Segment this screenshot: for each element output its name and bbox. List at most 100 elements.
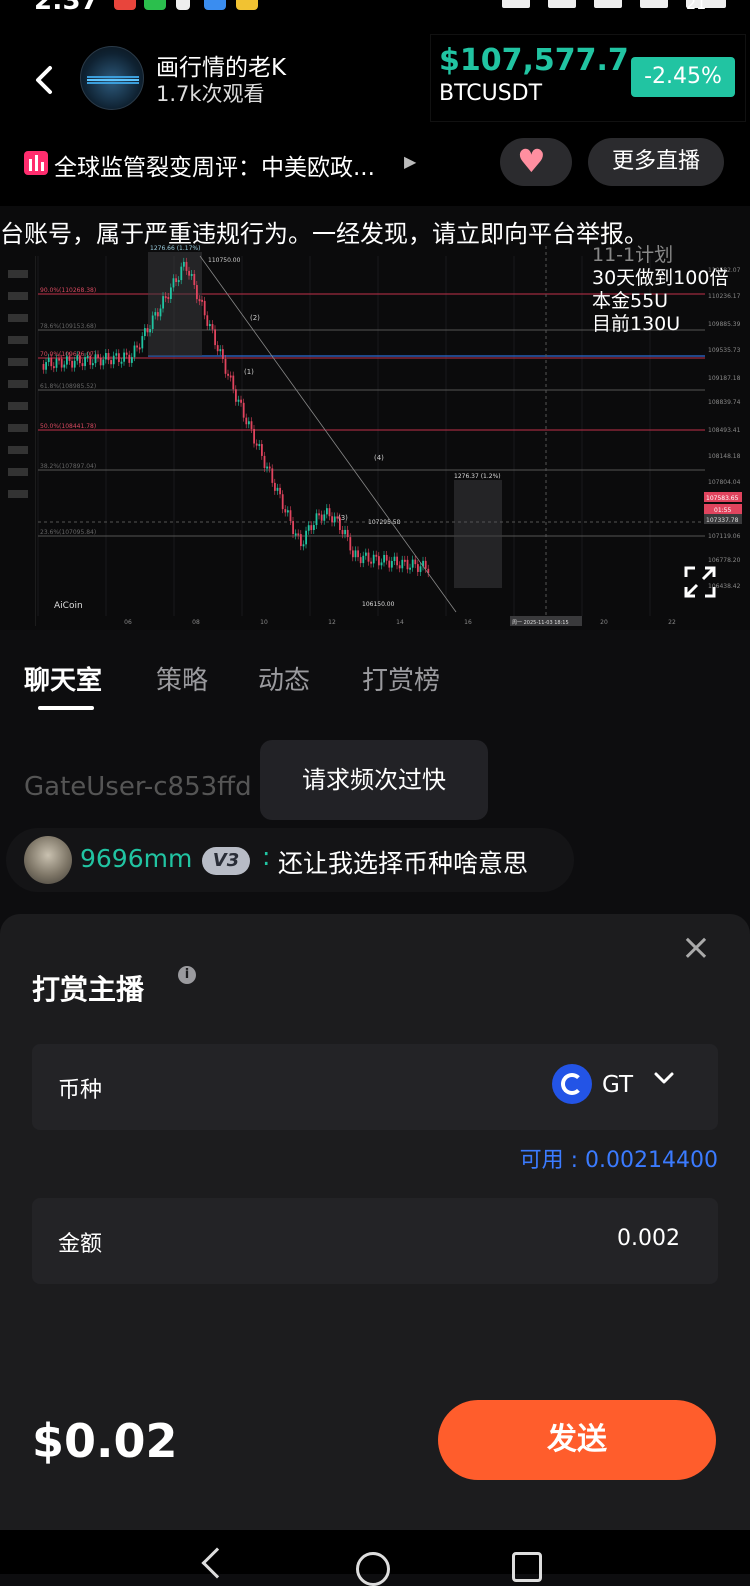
chart-tool-sidebar bbox=[0, 256, 36, 626]
candle bbox=[193, 273, 196, 286]
candle bbox=[125, 352, 128, 355]
send-button[interactable]: 发送 bbox=[438, 1400, 716, 1480]
candle bbox=[380, 562, 383, 566]
candle bbox=[206, 315, 209, 326]
candle bbox=[359, 557, 362, 564]
tab-chatroom[interactable]: 聊天室 bbox=[24, 660, 102, 697]
available-balance: 可用 : 0.00214400 bbox=[519, 1148, 718, 1173]
candle bbox=[214, 329, 216, 346]
candle bbox=[300, 534, 302, 547]
measure-box bbox=[148, 252, 202, 356]
candle bbox=[198, 299, 201, 302]
warning-marquee: 台账号，属于严重违规行为。一经发现，请立即向平台举报。 bbox=[0, 220, 648, 248]
live-bars-icon bbox=[24, 151, 48, 175]
candle bbox=[66, 356, 68, 365]
ticker-price: $107,577.7 bbox=[439, 43, 629, 78]
candle bbox=[92, 363, 94, 366]
message-username[interactable]: 9696mm bbox=[80, 844, 192, 873]
like-button[interactable]: ♥ bbox=[500, 138, 572, 186]
play-icon[interactable]: ▶ bbox=[404, 152, 416, 171]
chevron-down-icon[interactable] bbox=[652, 1066, 676, 1090]
candle bbox=[385, 554, 388, 561]
tab-feed[interactable]: 动态 bbox=[258, 660, 310, 697]
coin-value: GT bbox=[602, 1072, 634, 1098]
candle bbox=[141, 336, 144, 349]
plan-line: 30天做到100倍 bbox=[592, 267, 729, 289]
candle bbox=[279, 487, 281, 495]
price-ticker[interactable]: $107,577.7 BTCUSDT -2.45% bbox=[430, 34, 746, 122]
candle bbox=[302, 544, 305, 547]
nav-recent-icon[interactable] bbox=[512, 1552, 542, 1582]
candle bbox=[227, 373, 229, 376]
candle bbox=[149, 329, 151, 333]
candle bbox=[188, 270, 190, 276]
candle bbox=[99, 357, 102, 366]
close-icon[interactable]: × bbox=[680, 930, 712, 966]
candle bbox=[313, 525, 315, 531]
candle bbox=[401, 559, 404, 569]
candle bbox=[388, 560, 391, 568]
candle bbox=[263, 455, 266, 468]
host-view-count: 1.7k次观看 bbox=[156, 82, 265, 106]
coin-selector[interactable]: 币种 GT bbox=[32, 1044, 718, 1130]
topic-bar: 全球监管裂变周评：中美欧政... ▶ ♥ 更多直播 bbox=[0, 136, 750, 206]
signal-icon-2 bbox=[640, 0, 668, 8]
candle bbox=[323, 514, 326, 521]
host-avatar[interactable] bbox=[80, 46, 144, 110]
candle bbox=[58, 358, 60, 361]
amount-label: 金额 bbox=[58, 1232, 103, 1257]
candle bbox=[276, 487, 279, 491]
candle bbox=[297, 533, 300, 536]
candle bbox=[97, 354, 99, 358]
price-axis-label: 109187.18 bbox=[708, 375, 741, 382]
tab-strategy[interactable]: 策略 bbox=[156, 660, 208, 697]
fib-label: 50.0%(108441.78) bbox=[40, 423, 96, 430]
candle bbox=[180, 266, 183, 281]
candle bbox=[84, 357, 86, 367]
tab-tip-ranking[interactable]: 打赏榜 bbox=[362, 660, 440, 697]
fib-label: 61.8%(108985.52) bbox=[40, 383, 96, 390]
fullscreen-icon[interactable] bbox=[684, 566, 716, 598]
wave-label: (1) bbox=[244, 368, 254, 376]
back-arrow-icon[interactable] bbox=[28, 60, 62, 100]
status-indicators: 21 bbox=[502, 0, 726, 13]
aicoin-watermark: AiCoin bbox=[54, 601, 83, 611]
live-video[interactable]: 90.0%(110268.38) 78.6%(109153.68) 70.0%(10… bbox=[0, 206, 750, 630]
candle bbox=[232, 375, 235, 390]
live-header: 画行情的老K 1.7k次观看 $107,577.7 BTCUSDT -2.45% bbox=[0, 14, 750, 136]
nav-home-icon[interactable] bbox=[356, 1552, 390, 1586]
candle bbox=[248, 421, 250, 425]
candle bbox=[406, 559, 409, 570]
topic-title[interactable]: 全球监管裂变周评：中美欧政... bbox=[54, 148, 375, 182]
candle bbox=[209, 324, 211, 327]
candle bbox=[372, 554, 375, 564]
candle bbox=[172, 278, 175, 288]
candle bbox=[229, 375, 232, 378]
host-name[interactable]: 画行情的老K bbox=[156, 48, 286, 82]
candle bbox=[53, 366, 55, 369]
info-icon[interactable]: i bbox=[178, 966, 196, 984]
candle bbox=[320, 514, 323, 521]
candle bbox=[266, 466, 268, 469]
candle bbox=[398, 565, 401, 569]
message-text: 还让我选择币种啥意思 bbox=[278, 849, 529, 878]
more-live-button[interactable]: 更多直播 bbox=[588, 138, 724, 186]
candle bbox=[123, 352, 125, 362]
candle bbox=[138, 347, 141, 350]
candle bbox=[50, 357, 53, 367]
price-axis-label: 107119.06 bbox=[708, 533, 741, 540]
tiktok-icon bbox=[176, 0, 190, 10]
candle bbox=[136, 345, 138, 348]
tip-sheet: 打赏主播 i × 币种 GT 可用 : 0.00214400 金额 0.002 … bbox=[0, 914, 750, 1530]
wave-label: (3) bbox=[338, 514, 348, 522]
amount-input[interactable]: 0.002 bbox=[617, 1226, 680, 1251]
candle bbox=[110, 360, 112, 365]
candle bbox=[357, 550, 359, 558]
candle bbox=[203, 300, 206, 316]
amount-field[interactable]: 金额 0.002 bbox=[32, 1198, 718, 1284]
candle bbox=[102, 359, 105, 366]
price-axis-label: 108148.18 bbox=[708, 453, 741, 460]
user-avatar[interactable] bbox=[24, 836, 72, 884]
candle bbox=[315, 513, 318, 526]
trend-line bbox=[199, 255, 457, 613]
